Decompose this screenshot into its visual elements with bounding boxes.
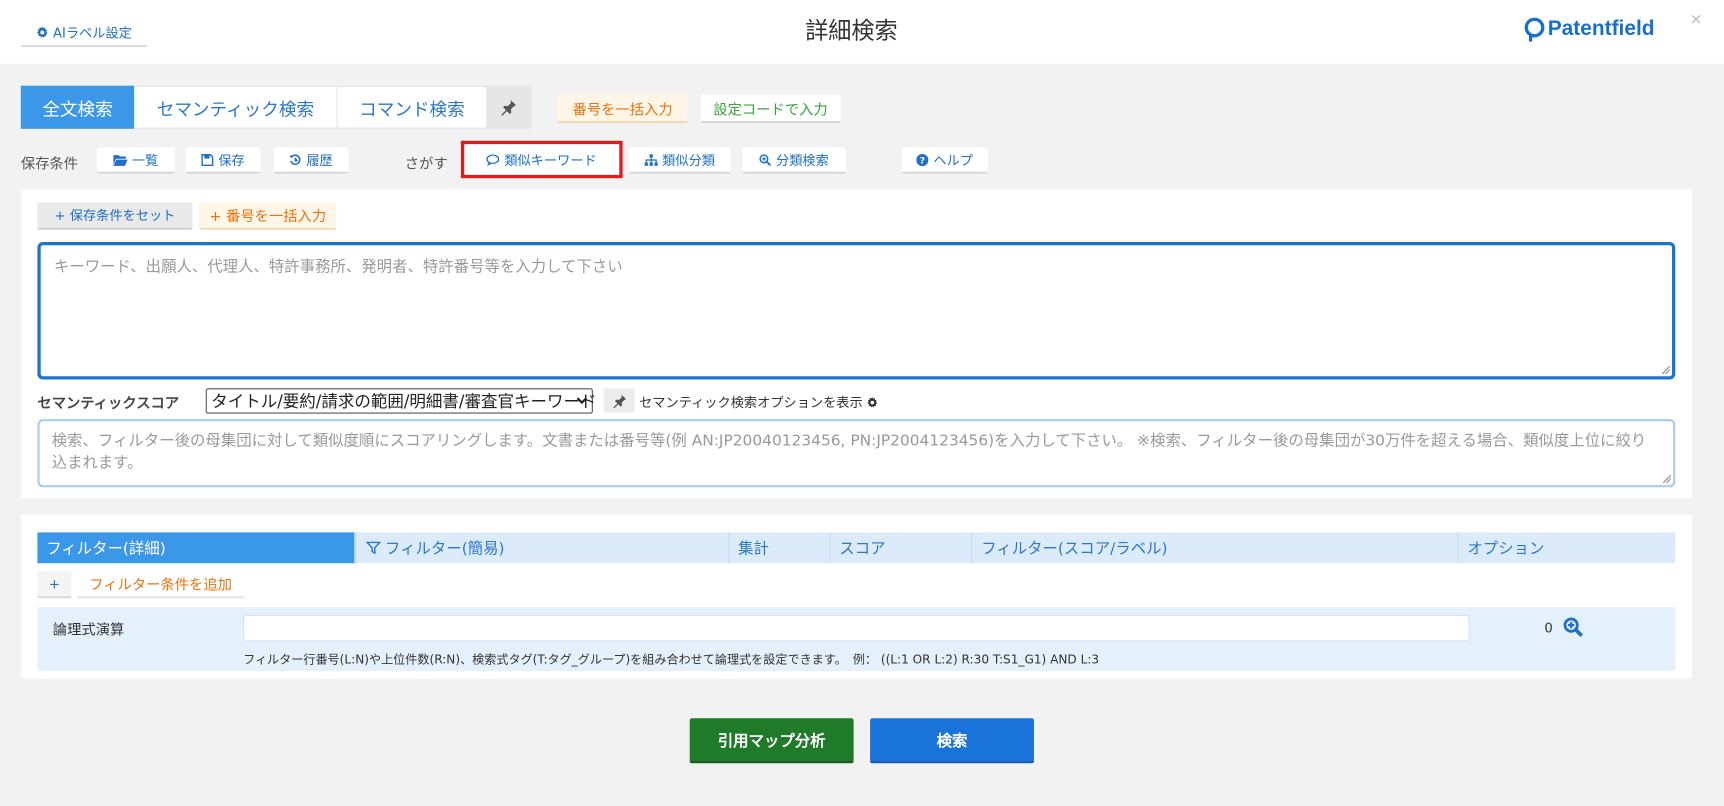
history-label: 履歴 (306, 150, 332, 169)
ai-label-settings-button[interactable]: AIラベル設定 (21, 19, 148, 48)
settings-code-input-button[interactable]: 設定コードで入力 (701, 95, 841, 124)
search-plus-icon[interactable] (1563, 617, 1583, 637)
saved-list-label: 一覧 (132, 150, 158, 169)
tab-filter-score-label-text: フィルター(スコア/ラベル) (981, 537, 1167, 559)
set-saved-condition-label: + 保存条件をセット (55, 206, 176, 225)
similar-classification-label: 類似分類 (662, 150, 715, 169)
history-button[interactable]: 履歴 (274, 147, 349, 173)
tab-filter-simple-label: フィルター(簡易) (385, 537, 505, 559)
semantic-field-select-value: タイトル/要約/請求の範囲/明細書/審査官キーワード (211, 389, 596, 412)
search-button[interactable]: 検索 (870, 718, 1034, 763)
citation-map-analysis-button[interactable]: 引用マップ分析 (690, 718, 854, 763)
resize-handle-icon[interactable] (1662, 474, 1671, 483)
add-filter-condition-button[interactable]: フィルター条件を追加 (77, 571, 244, 599)
tab-filter-detail-label: フィルター(詳細) (46, 537, 166, 559)
panel-bulk-number-input-button[interactable]: + 番号を一括入力 (199, 202, 337, 230)
question-circle-icon: ? (917, 153, 929, 165)
dialog-title: 詳細検索 (752, 13, 950, 46)
similar-keyword-label: 類似キーワード (504, 150, 596, 169)
semantic-options-toggle[interactable]: セマンティック検索オプションを表示 (639, 393, 878, 412)
logic-expression-label: 論理式演算 (53, 618, 125, 639)
gear-icon (36, 26, 48, 38)
help-label: ヘルプ (933, 150, 973, 169)
panel-bulk-number-input-label: + 番号を一括入力 (210, 205, 327, 226)
search-mode-tabs: 全文検索 セマンティック検索 コマンド検索 (21, 86, 531, 129)
tab-semantic[interactable]: セマンティック検索 (134, 86, 338, 129)
resize-handle-icon[interactable] (1661, 365, 1670, 374)
tab-options[interactable]: オプション (1459, 532, 1676, 563)
tab-score[interactable]: スコア (831, 532, 973, 563)
close-icon[interactable]: × (1690, 11, 1703, 29)
search-button-label: 検索 (937, 729, 968, 751)
save-condition-label: 保存 (218, 150, 244, 169)
semantic-field-select[interactable]: タイトル/要約/請求の範囲/明細書/審査官キーワード (206, 388, 593, 413)
keyword-placeholder: キーワード、出願人、代理人、特許事務所、発明者、特許番号等を入力して下さい (54, 259, 623, 277)
similar-classification-button[interactable]: 類似分類 (629, 147, 730, 173)
tab-filter-detail[interactable]: フィルター(詳細) (37, 532, 355, 563)
pin-icon (612, 393, 626, 407)
saved-conditions-label: 保存条件 (21, 152, 78, 173)
classification-search-label: 分類検索 (776, 150, 829, 169)
gear-icon (867, 397, 878, 408)
tab-aggregate-label: 集計 (738, 537, 769, 559)
filter-tabs: フィルター(詳細) フィルター(簡易) 集計 スコア フィルター(スコア/ラベル… (37, 532, 1675, 563)
tab-semantic-label: セマンティック検索 (157, 94, 314, 120)
add-filter-condition-label: フィルター条件を追加 (89, 573, 232, 594)
result-count: 0 (1544, 620, 1552, 635)
pin-icon (501, 99, 518, 116)
settings-code-input-label: 設定コードで入力 (713, 97, 827, 118)
tab-aggregate[interactable]: 集計 (729, 532, 830, 563)
help-button[interactable]: ? ヘルプ (902, 147, 988, 173)
comment-icon (487, 153, 500, 165)
tab-score-label: スコア (839, 537, 885, 559)
logic-expression-hint: フィルター行番号(L:N)や上位件数(R:N)、検索式タグ(T:タグ_グループ)… (243, 650, 1099, 668)
keyword-input[interactable]: キーワード、出願人、代理人、特許事務所、発明者、特許番号等を入力して下さい (37, 242, 1675, 380)
semantic-placeholder: 検索、フィルター後の母集団に対して類似度順にスコアリングします。文書または番号等… (52, 432, 1647, 472)
bulk-number-input-button[interactable]: 番号を一括入力 (558, 95, 688, 124)
tab-full-text[interactable]: 全文検索 (21, 86, 134, 129)
logo-mark-icon (1524, 18, 1546, 42)
sitemap-icon (645, 153, 658, 165)
classification-search-button[interactable]: 分類検索 (743, 147, 846, 173)
semantic-input[interactable]: 検索、フィルター後の母集団に対して類似度順にスコアリングします。文書または番号等… (37, 419, 1675, 487)
chevron-down-icon (576, 397, 587, 406)
add-filter-plus-label: + (49, 576, 60, 591)
semantic-options-label: セマンティック検索オプションを表示 (639, 393, 863, 412)
save-icon (202, 153, 214, 165)
zoom-in-icon (760, 153, 772, 165)
folder-open-icon (113, 153, 127, 165)
logic-expression-input[interactable] (243, 615, 1470, 641)
svg-text:?: ? (920, 156, 925, 166)
tab-command[interactable]: コマンド検索 (338, 86, 488, 129)
patentfield-logo: Patentfield (1524, 18, 1655, 42)
ai-label-settings-label: AIラベル設定 (53, 23, 132, 42)
search-tools-label: さがす (405, 152, 448, 173)
save-condition-button[interactable]: 保存 (186, 147, 261, 173)
tab-full-text-label: 全文検索 (42, 94, 112, 120)
add-filter-plus-button[interactable]: + (37, 571, 71, 599)
logo-text: Patentfield (1548, 18, 1655, 42)
set-saved-condition-button[interactable]: + 保存条件をセット (37, 202, 192, 230)
search-panel: + 保存条件をセット + 番号を一括入力 キーワード、出願人、代理人、特許事務所… (21, 189, 1692, 498)
filter-icon (366, 541, 380, 554)
tab-filter-simple[interactable]: フィルター(簡易) (355, 532, 729, 563)
pin-tab-button[interactable] (487, 86, 531, 129)
semantic-score-label: セマンティックスコア (37, 392, 179, 413)
semantic-pin-button[interactable] (604, 388, 635, 412)
bulk-number-input-label: 番号を一括入力 (573, 97, 673, 118)
tab-command-label: コマンド検索 (359, 94, 465, 120)
similar-keyword-button[interactable]: 類似キーワード (461, 141, 623, 178)
saved-list-button[interactable]: 一覧 (97, 147, 175, 173)
dialog-header: AIラベル設定 詳細検索 Patentfield × (0, 0, 1724, 64)
tab-filter-score-label[interactable]: フィルター(スコア/ラベル) (972, 532, 1458, 563)
citation-map-analysis-label: 引用マップ分析 (718, 729, 826, 751)
history-icon (290, 153, 302, 165)
tab-options-label: オプション (1467, 537, 1544, 559)
